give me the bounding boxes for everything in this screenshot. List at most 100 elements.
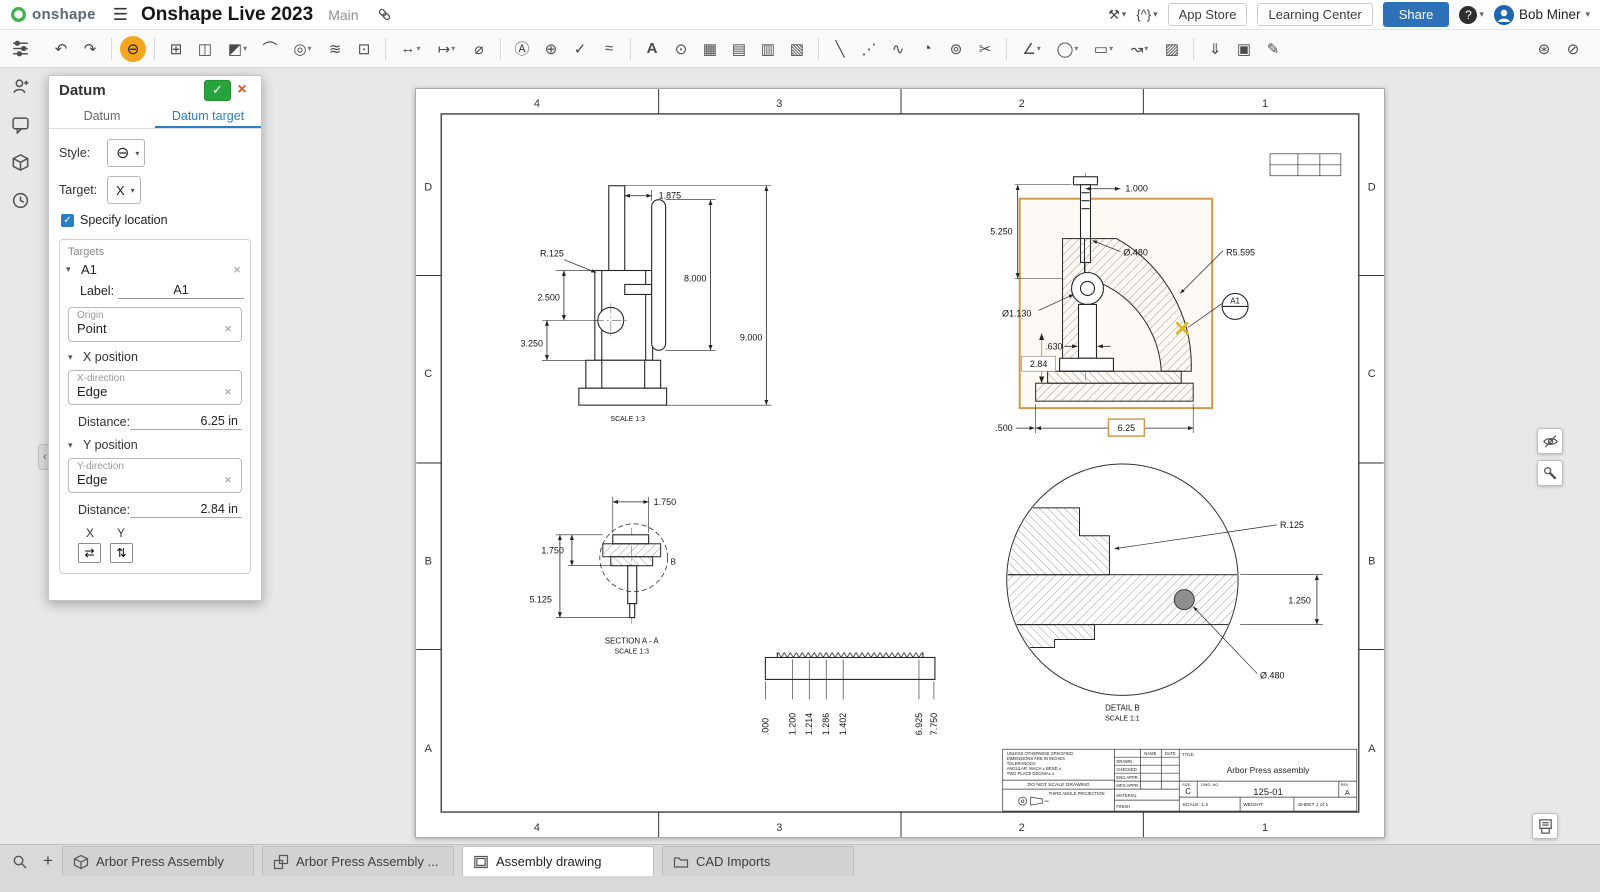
label-input[interactable]: A1 (118, 282, 244, 299)
hide-annotations-button[interactable] (1537, 428, 1563, 454)
ordinate-dim[interactable]: .000 (760, 718, 770, 735)
workspace-name[interactable]: Main (328, 7, 358, 23)
diameter-dimension-icon[interactable]: ⌀ (466, 36, 492, 62)
tab-datum[interactable]: Datum (49, 104, 155, 128)
target-select[interactable]: X ▾ (107, 176, 141, 204)
dim-r125-detail[interactable]: R.125 (1280, 520, 1304, 530)
dim-2500[interactable]: 2.500 (537, 292, 559, 302)
ordinate-dim[interactable]: 6.925 (914, 713, 924, 735)
x-position-row[interactable]: ▾ X position (68, 350, 244, 364)
ordinate-dim[interactable]: 1.214 (804, 713, 814, 735)
ordinate-dim[interactable]: 1.402 (838, 713, 848, 735)
dim-5250[interactable]: 5.250 (990, 227, 1012, 237)
help-menu[interactable]: ? ▾ (1459, 6, 1484, 24)
main-menu-icon[interactable]: ☰ (113, 5, 128, 25)
construction-line-icon[interactable]: ⋰ (856, 36, 882, 62)
user-menu[interactable]: Bob Miner ▾ (1494, 5, 1590, 25)
redo-icon[interactable]: ↷ (77, 36, 103, 62)
dim-8000[interactable]: 8.000 (684, 273, 706, 283)
y-distance-input[interactable]: 2.84 in (130, 501, 242, 518)
insert-image-icon[interactable]: ▣ (1231, 36, 1257, 62)
target-item-row[interactable]: ▾ A1 × (66, 262, 244, 277)
ordinate-dimension-icon[interactable]: ↦▾ (430, 36, 463, 62)
annotate-icon[interactable]: ✎ (1260, 36, 1286, 62)
dim-r5595[interactable]: R5.595 (1226, 248, 1255, 258)
detail-view[interactable]: R.125 1.250 Ø.480 DETAIL B SCALE 1:1 (1007, 464, 1323, 722)
undo-icon[interactable]: ↶ (48, 36, 74, 62)
dimension-icon[interactable]: ↔▾ (394, 36, 427, 62)
trim-icon[interactable]: ✂ (972, 36, 998, 62)
dim-500[interactable]: .500 (995, 423, 1012, 433)
leader-icon[interactable]: ↝▾ (1123, 36, 1156, 62)
sheet-properties-button[interactable] (1532, 813, 1558, 839)
erase-icon[interactable]: ⊘ (1560, 36, 1586, 62)
versions-dropdown[interactable]: {^} ▾ (1136, 7, 1157, 22)
gdt-frame-icon[interactable]: ⊕ (538, 36, 564, 62)
dim-1750-top[interactable]: 1.750 (654, 497, 676, 507)
parts-icon[interactable] (8, 150, 32, 174)
specify-location-checkbox[interactable]: ✓ (61, 214, 74, 227)
search-tabs-button[interactable] (6, 848, 32, 874)
bom-table-icon[interactable]: ▧ (784, 36, 810, 62)
clear-origin-icon[interactable]: × (221, 321, 235, 336)
x-direction-field[interactable]: X-direction Edge × (68, 370, 242, 405)
ordinate-dim[interactable]: 1.200 (787, 713, 797, 735)
dim-1750-left[interactable]: 1.750 (541, 546, 563, 556)
origin-field[interactable]: Origin Point × (68, 307, 242, 342)
fillet-icon[interactable]: ∠▾ (1015, 36, 1048, 62)
share-link-icon[interactable] (376, 6, 393, 23)
text-icon[interactable]: A (639, 36, 665, 62)
tab-datum-target[interactable]: Datum target (155, 104, 261, 128)
break-view-icon[interactable]: ≋ (322, 36, 348, 62)
export-dxf-icon[interactable]: ⇓ (1202, 36, 1228, 62)
expand-caret-icon[interactable]: ▾ (66, 264, 76, 275)
tab-cad-imports[interactable]: CAD Imports (662, 846, 854, 876)
stamp-icon[interactable]: ⊛ (1531, 36, 1557, 62)
ordinate-dim[interactable]: 7.750 (929, 713, 939, 735)
auxiliary-view-icon[interactable]: ◩▾ (221, 36, 254, 62)
x-distance-input[interactable]: 6.25 in (130, 413, 242, 430)
clear-x-direction-icon[interactable]: × (221, 384, 235, 399)
sheet-tools-button[interactable] (1537, 460, 1563, 486)
drawing-sheet[interactable]: 4 3 2 1 4 3 2 1 D C B A D C B A (415, 88, 1385, 838)
dim-d480-side[interactable]: Ø.480 (1123, 248, 1147, 258)
revision-table-icon[interactable]: ▥ (755, 36, 781, 62)
dim-284[interactable]: 2.84 (1030, 359, 1047, 369)
y-flip-button[interactable]: ⇅ (110, 543, 133, 563)
dim-d1130[interactable]: Ø1.130 (1002, 308, 1031, 318)
datum-target-label[interactable]: A1 (1230, 296, 1240, 305)
share-button[interactable]: Share (1383, 2, 1450, 27)
spline-icon[interactable]: ∿ (885, 36, 911, 62)
revision-table[interactable] (1270, 154, 1341, 176)
comments-icon[interactable] (8, 112, 32, 136)
weld-symbol-icon[interactable]: ≈ (596, 36, 622, 62)
rectangle-icon[interactable]: ▭▾ (1087, 36, 1120, 62)
note-icon[interactable]: Ⓐ (509, 36, 535, 62)
find-text-icon[interactable]: ⊙ (668, 36, 694, 62)
section-view[interactable]: B 1.750 1.750 5.125 SECTION A - A SCALE … (529, 497, 676, 656)
dim-625[interactable]: 6.25 (1118, 423, 1135, 433)
remove-target-icon[interactable]: × (230, 262, 244, 277)
cancel-button[interactable]: × (231, 80, 253, 101)
clear-y-direction-icon[interactable]: × (221, 472, 235, 487)
dim-1000[interactable]: 1.000 (1125, 184, 1147, 194)
add-tab-button[interactable]: + (34, 846, 62, 876)
tab-arbor-press-assembly[interactable]: Arbor Press Assembly (62, 846, 254, 876)
dim-5125[interactable]: 5.125 (529, 595, 551, 605)
title-block[interactable]: UNLESS OTHERWISE SPECIFIED: DIMENSIONS A… (1003, 749, 1357, 811)
datum-target-tool-icon[interactable]: ⊖ (120, 36, 146, 62)
dim-1250[interactable]: 1.250 (1288, 596, 1310, 606)
hole-table-icon[interactable]: ▤ (726, 36, 752, 62)
x-flip-button[interactable]: ⇄ (78, 543, 101, 563)
tab-arbor-press-assembly-2[interactable]: Arbor Press Assembly ... (262, 846, 454, 876)
projected-view-icon[interactable]: ◫ (192, 36, 218, 62)
tools-dropdown[interactable]: ⚒ ▾ (1108, 7, 1126, 23)
dim-3250[interactable]: 3.250 (521, 338, 543, 348)
y-direction-field[interactable]: Y-direction Edge × (68, 458, 242, 493)
style-select[interactable]: ⊖ ▾ (107, 139, 145, 167)
confirm-button[interactable]: ✓ (204, 80, 231, 101)
learning-center-button[interactable]: Learning Center (1257, 3, 1372, 26)
y-position-row[interactable]: ▾ Y position (68, 438, 244, 452)
ordinate-dim[interactable]: 1.286 (821, 713, 831, 735)
tab-assembly-drawing[interactable]: Assembly drawing (462, 846, 654, 876)
